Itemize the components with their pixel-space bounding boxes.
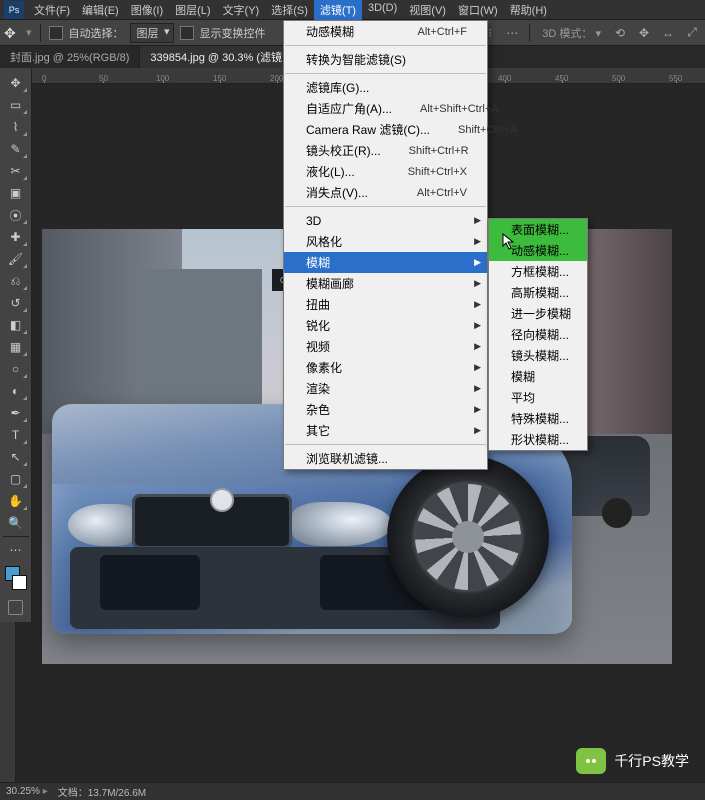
- submenu-item[interactable]: 动感模糊...: [489, 240, 587, 261]
- tools-panel: ✥▭⌇✎✂▣⦿✚🖌⎌↺◧▦○◐✒T↖▢✋🔍 ⋯: [0, 68, 32, 622]
- history-brush-tool[interactable]: ↺: [3, 292, 29, 314]
- submenu-item[interactable]: 模糊: [489, 366, 587, 387]
- marquee-tool[interactable]: ▭: [3, 94, 29, 116]
- menu-item[interactable]: 转换为智能滤镜(S): [284, 49, 487, 70]
- auto-select-checkbox[interactable]: [49, 26, 63, 40]
- 3d-pan-icon[interactable]: ✥: [635, 24, 653, 42]
- move-tool[interactable]: ✥: [3, 72, 29, 94]
- menu-item[interactable]: 液化(L)...Shift+Ctrl+X: [284, 161, 487, 182]
- menu-item[interactable]: 锐化: [284, 315, 487, 336]
- submenu-item[interactable]: 表面模糊...: [489, 219, 587, 240]
- stamp-tool[interactable]: ⎌: [3, 270, 29, 292]
- menu-item[interactable]: 扭曲: [284, 294, 487, 315]
- pen-tool[interactable]: ✒: [3, 402, 29, 424]
- filter-menu: 动感模糊Alt+Ctrl+F 转换为智能滤镜(S) 滤镜库(G)...自适应广角(A…: [283, 20, 488, 470]
- brush-tool[interactable]: 🖌: [3, 248, 29, 270]
- shape-tool[interactable]: ▢: [3, 468, 29, 490]
- type-tool[interactable]: T: [3, 424, 29, 446]
- menu-4[interactable]: 文字(Y): [217, 0, 266, 20]
- zoom-tool[interactable]: 🔍: [3, 512, 29, 534]
- edit-toolbar[interactable]: ⋯: [3, 539, 29, 561]
- menu-item[interactable]: 滤镜库(G)...: [284, 77, 487, 98]
- menu-item[interactable]: 模糊画廊: [284, 273, 487, 294]
- watermark-text: 千行PS教学: [614, 751, 689, 771]
- 3d-scale-icon[interactable]: ⤢: [683, 24, 701, 42]
- lasso-tool[interactable]: ⌇: [3, 116, 29, 138]
- healing-tool[interactable]: ✚: [3, 226, 29, 248]
- menu-8[interactable]: 视图(V): [403, 0, 452, 20]
- eraser-tool[interactable]: ◧: [3, 314, 29, 336]
- ps-logo: Ps: [4, 1, 24, 19]
- menu-item[interactable]: 模糊: [284, 252, 487, 273]
- frame-tool[interactable]: ▣: [3, 182, 29, 204]
- submenu-item[interactable]: 进一步模糊: [489, 303, 587, 324]
- crop-tool[interactable]: ✂: [3, 160, 29, 182]
- menu-item[interactable]: 像素化: [284, 357, 487, 378]
- quick-mask-toggle[interactable]: [3, 596, 29, 618]
- menu-6[interactable]: 滤镜(T): [314, 0, 362, 20]
- menu-5[interactable]: 选择(S): [265, 0, 314, 20]
- menu-item[interactable]: 杂色: [284, 399, 487, 420]
- 3d-slide-icon[interactable]: ↔: [659, 24, 677, 42]
- document-tab[interactable]: 339854.jpg @ 30.3% (滤镜: [140, 46, 293, 68]
- submenu-item[interactable]: 高斯模糊...: [489, 282, 587, 303]
- quick-select-tool[interactable]: ✎: [3, 138, 29, 160]
- menu-item[interactable]: 渲染: [284, 378, 487, 399]
- zoom-level[interactable]: 30.25%: [6, 786, 48, 797]
- menu-item[interactable]: 视频: [284, 336, 487, 357]
- path-select-tool[interactable]: ↖: [3, 446, 29, 468]
- show-transform-label: 显示变换控件: [200, 25, 266, 41]
- auto-select-label: 自动选择：: [69, 25, 124, 41]
- menu-7[interactable]: 3D(D): [362, 0, 403, 20]
- menu-2[interactable]: 图像(I): [125, 0, 169, 20]
- wechat-icon: [576, 748, 606, 774]
- layer-group-select[interactable]: 图层: [130, 23, 174, 43]
- eyedropper-tool[interactable]: ⦿: [3, 204, 29, 226]
- hand-tool[interactable]: ✋: [3, 490, 29, 512]
- more-icon[interactable]: ⋯: [503, 24, 521, 42]
- menu-item[interactable]: 消失点(V)...Alt+Ctrl+V: [284, 182, 487, 203]
- menu-item[interactable]: 镜头校正(R)...Shift+Ctrl+R: [284, 140, 487, 161]
- move-icon: [4, 25, 20, 41]
- menu-item[interactable]: 浏览联机滤镜...: [284, 448, 487, 469]
- menu-3[interactable]: 图层(L): [169, 0, 216, 20]
- submenu-item[interactable]: 径向模糊...: [489, 324, 587, 345]
- menu-0[interactable]: 文件(F): [28, 0, 76, 20]
- doc-info: 文档：13.7M/26.6M: [58, 784, 146, 799]
- submenu-item[interactable]: 镜头模糊...: [489, 345, 587, 366]
- dodge-tool[interactable]: ◐: [3, 380, 29, 402]
- gradient-tool[interactable]: ▦: [3, 336, 29, 358]
- 3d-orbit-icon[interactable]: ⟲: [611, 24, 629, 42]
- menu-item[interactable]: 自适应广角(A)...Alt+Shift+Ctrl+A: [284, 98, 487, 119]
- show-transform-checkbox[interactable]: [180, 26, 194, 40]
- menu-item[interactable]: Camera Raw 滤镜(C)...Shift+Ctrl+A: [284, 119, 487, 140]
- document-tab[interactable]: 封面.jpg @ 25%(RGB/8): [0, 46, 140, 68]
- blur-submenu: 表面模糊...动感模糊...方框模糊...高斯模糊...进一步模糊径向模糊...…: [488, 218, 588, 451]
- menu-item[interactable]: 其它: [284, 420, 487, 441]
- submenu-item[interactable]: 平均: [489, 387, 587, 408]
- blur-tool[interactable]: ○: [3, 358, 29, 380]
- submenu-item[interactable]: 特殊模糊...: [489, 408, 587, 429]
- submenu-item[interactable]: 形状模糊...: [489, 429, 587, 450]
- menu-item[interactable]: 动感模糊Alt+Ctrl+F: [284, 21, 487, 42]
- color-swatches[interactable]: [3, 564, 29, 592]
- 3d-mode-select[interactable]: 3D 模式：: [538, 25, 605, 41]
- menu-10[interactable]: 帮助(H): [504, 0, 553, 20]
- menu-item[interactable]: 风格化: [284, 231, 487, 252]
- menu-1[interactable]: 编辑(E): [76, 0, 125, 20]
- menu-9[interactable]: 窗口(W): [452, 0, 504, 20]
- menu-item[interactable]: 3D: [284, 210, 487, 231]
- watermark: 千行PS教学: [576, 748, 689, 774]
- submenu-item[interactable]: 方框模糊...: [489, 261, 587, 282]
- status-bar: 30.25% 文档：13.7M/26.6M: [0, 782, 705, 800]
- menubar: Ps 文件(F)编辑(E)图像(I)图层(L)文字(Y)选择(S)滤镜(T)3D…: [0, 0, 705, 20]
